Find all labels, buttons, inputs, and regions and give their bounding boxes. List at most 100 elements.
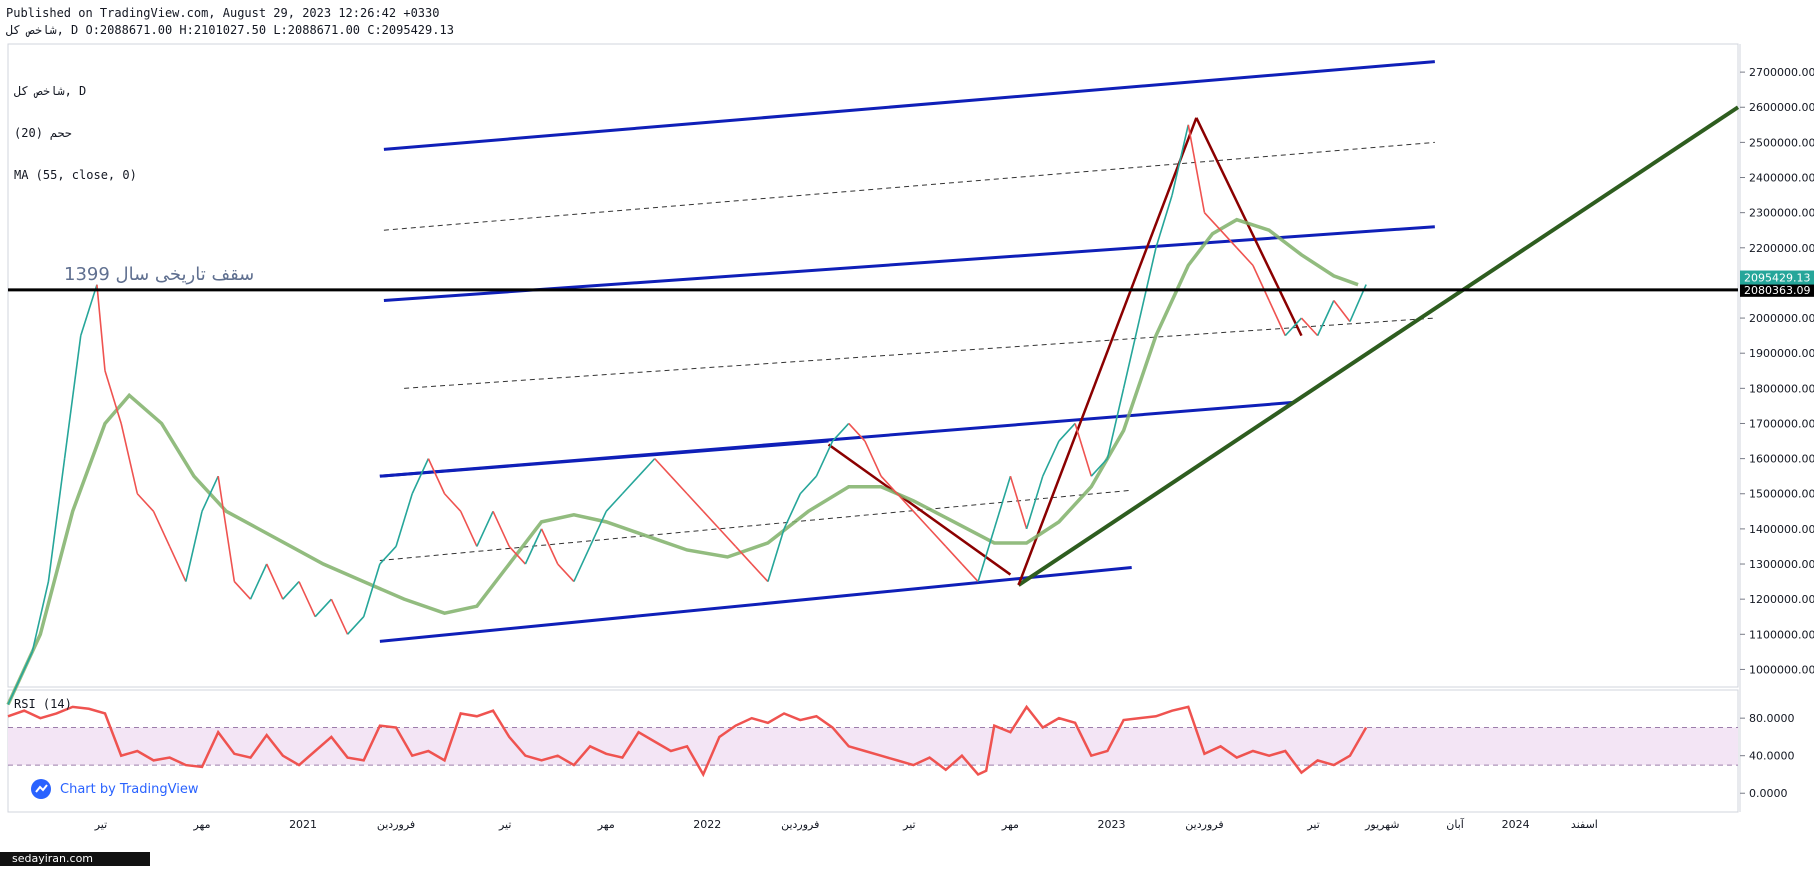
price-segment <box>249 563 268 600</box>
arrow-line <box>1195 117 1303 337</box>
annotations-markers: 2080363.092095429.13 <box>8 270 1814 297</box>
time-axis: تیر مهر 2021 فروردین تیر مهر 2022 فروردین تیر مهر… <box>94 817 1598 831</box>
price-segment <box>1333 300 1351 323</box>
price-segment <box>427 458 446 495</box>
rsi-tick-label: 0.0000 <box>1749 787 1788 800</box>
time-tick-label: مهر <box>597 818 615 831</box>
price-segment <box>185 511 203 582</box>
price-segment <box>63 335 82 459</box>
price-tick-label: 1800000.00 <box>1749 382 1814 395</box>
historic-high-annotation: سقف تاریخی سال 1399 <box>64 264 255 285</box>
channel-line <box>383 141 1435 231</box>
tradingview-badge-label: Chart by TradingView <box>60 781 199 797</box>
time-tick-label: فروردین <box>377 818 415 831</box>
price-tick-label: 2000000.00 <box>1749 312 1814 325</box>
price-segment <box>605 493 623 512</box>
price-segment <box>751 563 769 583</box>
price-segment <box>346 616 365 635</box>
ma-55-line <box>6 217 1359 706</box>
price-segment <box>1268 300 1287 336</box>
price-tick-label: 1700000.00 <box>1749 417 1814 430</box>
price-segment <box>265 563 284 600</box>
rsi-panel: 0.0000 40.0000 80.0000 <box>7 704 1795 800</box>
price-segment <box>282 581 300 600</box>
price-segment <box>1236 247 1254 266</box>
price-segment <box>330 598 349 635</box>
channel-line <box>383 60 1435 151</box>
time-tick-label: تیر <box>1306 818 1319 831</box>
price-segment <box>654 458 672 477</box>
price-segment <box>1220 229 1238 249</box>
price-tick-label: 1400000.00 <box>1749 523 1814 536</box>
price-segment <box>929 528 947 547</box>
arrow-line <box>827 443 1012 576</box>
channel-line <box>379 400 1294 478</box>
price-grid <box>7 43 1741 813</box>
time-tick-label: 2023 <box>1097 818 1125 831</box>
price-tick-label: 2300000.00 <box>1749 207 1814 220</box>
price-tick-label: 1300000.00 <box>1749 558 1814 571</box>
time-tick-label: 2021 <box>289 818 317 831</box>
arrow-line <box>1017 117 1198 586</box>
price-segment <box>815 440 834 477</box>
price-segment <box>589 510 607 547</box>
price-segment <box>217 476 236 582</box>
time-tick-label: فروردین <box>1185 818 1223 831</box>
price-segment <box>168 546 187 582</box>
rsi-tick-label: 80.0000 <box>1749 712 1795 725</box>
price-segment <box>476 510 494 547</box>
price-series <box>7 124 1367 705</box>
price-segment <box>1203 212 1222 231</box>
tradingview-logo-icon <box>31 779 51 799</box>
channel-line <box>1017 105 1740 587</box>
legend: شاخص کل, D ححم (20) MA (55, close, 0) <box>14 56 137 196</box>
legend-ma: MA (55, close, 0) <box>14 168 137 182</box>
channel-line <box>379 566 1132 643</box>
site-watermark: sedayiran.com <box>0 852 150 866</box>
price-segment <box>799 475 817 495</box>
price-segment <box>1252 265 1270 301</box>
time-tick-label: آبان <box>1446 817 1464 831</box>
price-segment <box>670 475 688 495</box>
main-chart[interactable]: 1000000.00 1100000.00 1200000.00 1300000.00… <box>0 0 1814 875</box>
price-segment <box>492 510 510 547</box>
price-segment <box>136 493 155 512</box>
price-axis-labels: 1000000.00 1100000.00 1200000.00 1300000.00… <box>1740 66 1814 676</box>
price-tick-label: 1600000.00 <box>1749 453 1814 466</box>
legend-symbol: شاخص کل, D <box>14 84 87 98</box>
price-segment <box>557 563 575 583</box>
tradingview-badge[interactable]: Chart by TradingView <box>30 778 198 800</box>
price-segment <box>1106 388 1125 459</box>
hline-price-label: 2080363.09 <box>1744 284 1810 297</box>
price-segment <box>298 581 316 618</box>
price-segment <box>540 528 559 565</box>
price-segment <box>1074 423 1093 477</box>
time-tick-label: تیر <box>94 818 107 831</box>
time-tick-label: مهر <box>192 818 210 831</box>
time-tick-label: شهریور <box>1364 818 1399 831</box>
price-segment <box>1009 475 1028 530</box>
price-segment <box>411 458 430 495</box>
price-segment <box>314 598 332 618</box>
price-segment <box>718 528 737 547</box>
ma-polyline <box>6 217 1359 706</box>
time-tick-label: اسفند <box>1571 818 1598 831</box>
rsi-band <box>8 727 1738 766</box>
price-segment <box>379 545 397 565</box>
price-segment <box>362 563 381 617</box>
price-segment <box>1171 124 1190 196</box>
price-segment <box>233 581 252 600</box>
price-segment <box>459 510 478 547</box>
legend-volume: ححم (20) <box>14 126 72 140</box>
price-tick-label: 2600000.00 <box>1749 101 1814 114</box>
price-segment <box>686 493 704 512</box>
channel-line <box>379 489 1132 562</box>
price-segment <box>47 458 66 582</box>
price-segment <box>1316 300 1335 336</box>
price-segment <box>702 510 720 530</box>
price-segment <box>621 475 640 495</box>
price-segment <box>1187 124 1206 213</box>
time-tick-label: تیر <box>902 818 915 831</box>
price-segment <box>961 563 979 583</box>
price-segment <box>152 510 171 547</box>
